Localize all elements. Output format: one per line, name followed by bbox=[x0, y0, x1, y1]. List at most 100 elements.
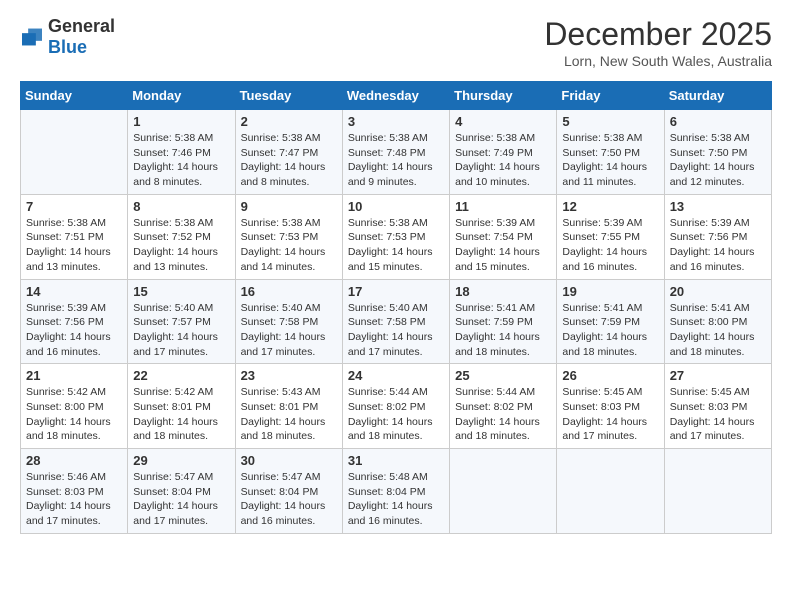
day-number: 20 bbox=[670, 284, 766, 299]
calendar-cell: 8 Sunrise: 5:38 AMSunset: 7:52 PMDaylight… bbox=[128, 194, 235, 279]
week-row-4: 21Sunrise: 5:42 AMSunset: 8:00 PMDayligh… bbox=[21, 364, 772, 449]
calendar-cell bbox=[21, 110, 128, 195]
page-header: General Blue December 2025 Lorn, New Sou… bbox=[20, 16, 772, 69]
day-detail: Sunrise: 5:41 AMSunset: 7:59 PMDaylight:… bbox=[455, 301, 551, 360]
calendar-cell: 19 Sunrise: 5:41 AMSunset: 7:59 PMDayligh… bbox=[557, 279, 664, 364]
day-detail: Sunrise: 5:38 AMSunset: 7:47 PMDaylight:… bbox=[241, 131, 337, 190]
week-row-5: 28 Sunrise: 5:46 AMSunset: 8:03 PMDayligh… bbox=[21, 449, 772, 534]
day-detail: Sunrise: 5:40 AMSunset: 7:58 PMDaylight:… bbox=[241, 301, 337, 360]
calendar-cell: 4 Sunrise: 5:38 AMSunset: 7:49 PMDaylight… bbox=[450, 110, 557, 195]
day-number: 18 bbox=[455, 284, 551, 299]
calendar-cell: 24Sunrise: 5:44 AMSunset: 8:02 PMDayligh… bbox=[342, 364, 449, 449]
header-sunday: Sunday bbox=[21, 82, 128, 110]
calendar-cell: 29 Sunrise: 5:47 AMSunset: 8:04 PMDayligh… bbox=[128, 449, 235, 534]
day-detail: Sunrise: 5:38 AMSunset: 7:53 PMDaylight:… bbox=[241, 216, 337, 275]
week-row-2: 7 Sunrise: 5:38 AMSunset: 7:51 PMDaylight… bbox=[21, 194, 772, 279]
day-number: 7 bbox=[26, 199, 122, 214]
day-number: 4 bbox=[455, 114, 551, 129]
day-number: 12 bbox=[562, 199, 658, 214]
day-detail: Sunrise: 5:39 AMSunset: 7:56 PMDaylight:… bbox=[26, 301, 122, 360]
day-detail: Sunrise: 5:46 AMSunset: 8:03 PMDaylight:… bbox=[26, 470, 122, 529]
day-number: 15 bbox=[133, 284, 229, 299]
calendar-cell: 9Sunrise: 5:38 AMSunset: 7:53 PMDaylight… bbox=[235, 194, 342, 279]
header-wednesday: Wednesday bbox=[342, 82, 449, 110]
day-detail: Sunrise: 5:38 AMSunset: 7:52 PMDaylight:… bbox=[133, 216, 229, 275]
calendar-cell: 17 Sunrise: 5:40 AMSunset: 7:58 PMDayligh… bbox=[342, 279, 449, 364]
day-number: 14 bbox=[26, 284, 122, 299]
day-number: 8 bbox=[133, 199, 229, 214]
calendar-cell bbox=[557, 449, 664, 534]
day-detail: Sunrise: 5:38 AMSunset: 7:50 PMDaylight:… bbox=[562, 131, 658, 190]
day-number: 19 bbox=[562, 284, 658, 299]
day-detail: Sunrise: 5:42 AMSunset: 8:00 PMDaylight:… bbox=[26, 385, 122, 444]
calendar-cell: 6 Sunrise: 5:38 AMSunset: 7:50 PMDaylight… bbox=[664, 110, 771, 195]
logo-blue: Blue bbox=[48, 37, 87, 57]
calendar-cell: 28 Sunrise: 5:46 AMSunset: 8:03 PMDayligh… bbox=[21, 449, 128, 534]
calendar-cell: 16Sunrise: 5:40 AMSunset: 7:58 PMDayligh… bbox=[235, 279, 342, 364]
day-detail: Sunrise: 5:48 AMSunset: 8:04 PMDaylight:… bbox=[348, 470, 444, 529]
logo: General Blue bbox=[20, 16, 115, 58]
header-monday: Monday bbox=[128, 82, 235, 110]
day-detail: Sunrise: 5:38 AMSunset: 7:50 PMDaylight:… bbox=[670, 131, 766, 190]
day-detail: Sunrise: 5:38 AMSunset: 7:48 PMDaylight:… bbox=[348, 131, 444, 190]
calendar-cell bbox=[664, 449, 771, 534]
day-number: 31 bbox=[348, 453, 444, 468]
day-detail: Sunrise: 5:38 AMSunset: 7:53 PMDaylight:… bbox=[348, 216, 444, 275]
calendar-cell: 25Sunrise: 5:44 AMSunset: 8:02 PMDayligh… bbox=[450, 364, 557, 449]
day-detail: Sunrise: 5:42 AMSunset: 8:01 PMDaylight:… bbox=[133, 385, 229, 444]
day-number: 11 bbox=[455, 199, 551, 214]
day-detail: Sunrise: 5:38 AMSunset: 7:51 PMDaylight:… bbox=[26, 216, 122, 275]
day-detail: Sunrise: 5:39 AMSunset: 7:55 PMDaylight:… bbox=[562, 216, 658, 275]
day-detail: Sunrise: 5:40 AMSunset: 7:58 PMDaylight:… bbox=[348, 301, 444, 360]
title-area: December 2025 Lorn, New South Wales, Aus… bbox=[544, 16, 772, 69]
day-detail: Sunrise: 5:39 AMSunset: 7:56 PMDaylight:… bbox=[670, 216, 766, 275]
calendar-cell: 13Sunrise: 5:39 AMSunset: 7:56 PMDayligh… bbox=[664, 194, 771, 279]
day-detail: Sunrise: 5:45 AMSunset: 8:03 PMDaylight:… bbox=[562, 385, 658, 444]
day-number: 22 bbox=[133, 368, 229, 383]
location-subtitle: Lorn, New South Wales, Australia bbox=[544, 53, 772, 69]
day-number: 10 bbox=[348, 199, 444, 214]
calendar-cell: 11 Sunrise: 5:39 AMSunset: 7:54 PMDayligh… bbox=[450, 194, 557, 279]
day-number: 28 bbox=[26, 453, 122, 468]
day-number: 23 bbox=[241, 368, 337, 383]
day-detail: Sunrise: 5:41 AMSunset: 7:59 PMDaylight:… bbox=[562, 301, 658, 360]
day-number: 30 bbox=[241, 453, 337, 468]
day-detail: Sunrise: 5:43 AMSunset: 8:01 PMDaylight:… bbox=[241, 385, 337, 444]
day-detail: Sunrise: 5:40 AMSunset: 7:57 PMDaylight:… bbox=[133, 301, 229, 360]
day-number: 29 bbox=[133, 453, 229, 468]
logo-icon bbox=[20, 27, 44, 47]
calendar-cell: 20Sunrise: 5:41 AMSunset: 8:00 PMDayligh… bbox=[664, 279, 771, 364]
logo-text: General Blue bbox=[48, 16, 115, 58]
week-row-1: 1Sunrise: 5:38 AMSunset: 7:46 PMDaylight… bbox=[21, 110, 772, 195]
day-number: 5 bbox=[562, 114, 658, 129]
calendar-cell: 22 Sunrise: 5:42 AMSunset: 8:01 PMDayligh… bbox=[128, 364, 235, 449]
day-number: 6 bbox=[670, 114, 766, 129]
week-row-3: 14 Sunrise: 5:39 AMSunset: 7:56 PMDayligh… bbox=[21, 279, 772, 364]
day-number: 24 bbox=[348, 368, 444, 383]
calendar-cell: 2Sunrise: 5:38 AMSunset: 7:47 PMDaylight… bbox=[235, 110, 342, 195]
calendar-cell: 3 Sunrise: 5:38 AMSunset: 7:48 PMDaylight… bbox=[342, 110, 449, 195]
header-thursday: Thursday bbox=[450, 82, 557, 110]
day-detail: Sunrise: 5:39 AMSunset: 7:54 PMDaylight:… bbox=[455, 216, 551, 275]
header-friday: Friday bbox=[557, 82, 664, 110]
calendar-cell: 12 Sunrise: 5:39 AMSunset: 7:55 PMDayligh… bbox=[557, 194, 664, 279]
day-detail: Sunrise: 5:45 AMSunset: 8:03 PMDaylight:… bbox=[670, 385, 766, 444]
calendar-header-row: SundayMondayTuesdayWednesdayThursdayFrid… bbox=[21, 82, 772, 110]
day-number: 17 bbox=[348, 284, 444, 299]
month-title: December 2025 bbox=[544, 16, 772, 53]
calendar-cell bbox=[450, 449, 557, 534]
day-number: 1 bbox=[133, 114, 229, 129]
calendar-cell: 7 Sunrise: 5:38 AMSunset: 7:51 PMDaylight… bbox=[21, 194, 128, 279]
calendar-cell: 31 Sunrise: 5:48 AMSunset: 8:04 PMDayligh… bbox=[342, 449, 449, 534]
day-number: 26 bbox=[562, 368, 658, 383]
day-detail: Sunrise: 5:47 AMSunset: 8:04 PMDaylight:… bbox=[241, 470, 337, 529]
calendar-cell: 5 Sunrise: 5:38 AMSunset: 7:50 PMDaylight… bbox=[557, 110, 664, 195]
day-number: 3 bbox=[348, 114, 444, 129]
calendar-table: SundayMondayTuesdayWednesdayThursdayFrid… bbox=[20, 81, 772, 534]
calendar-cell: 27Sunrise: 5:45 AMSunset: 8:03 PMDayligh… bbox=[664, 364, 771, 449]
calendar-cell: 10 Sunrise: 5:38 AMSunset: 7:53 PMDayligh… bbox=[342, 194, 449, 279]
day-detail: Sunrise: 5:38 AMSunset: 7:49 PMDaylight:… bbox=[455, 131, 551, 190]
day-detail: Sunrise: 5:47 AMSunset: 8:04 PMDaylight:… bbox=[133, 470, 229, 529]
calendar-cell: 15 Sunrise: 5:40 AMSunset: 7:57 PMDayligh… bbox=[128, 279, 235, 364]
header-tuesday: Tuesday bbox=[235, 82, 342, 110]
